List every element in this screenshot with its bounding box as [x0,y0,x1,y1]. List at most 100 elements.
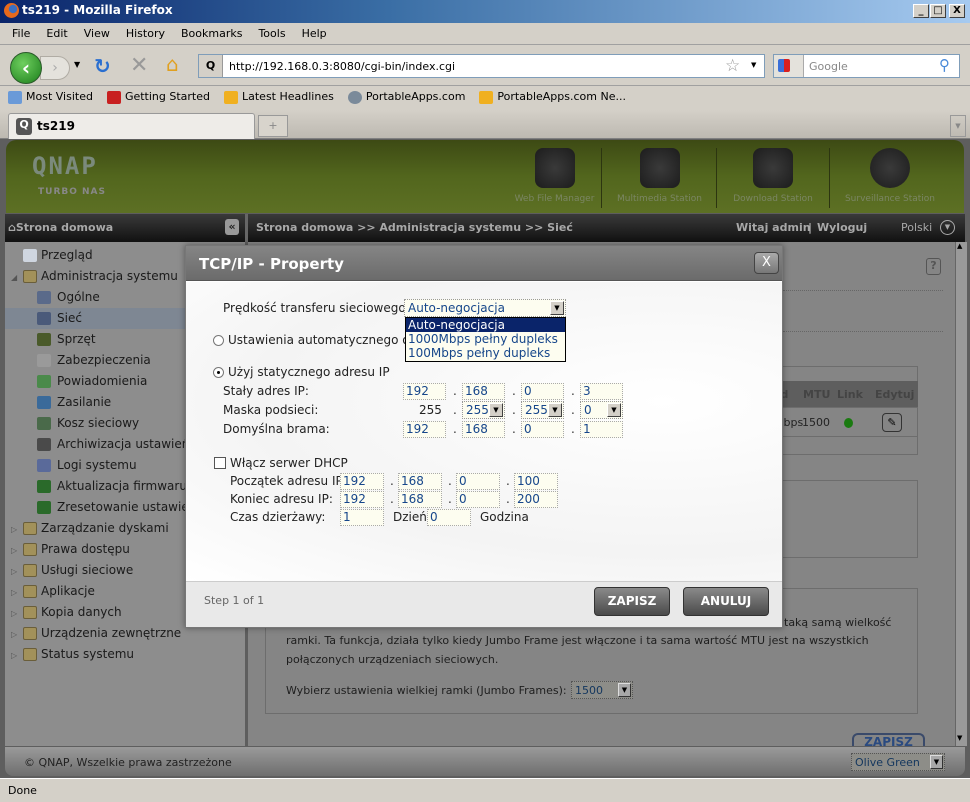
gateway-octet-4[interactable]: 1 [580,421,623,438]
col-edit: Edytuj [875,388,915,401]
menu-history[interactable]: History [118,24,173,44]
mask-label: Maska podsieci: [223,403,319,417]
language-selector[interactable]: Polski [901,221,932,234]
save-button[interactable]: ZAPISZ [594,587,670,616]
collapsed-arrow-icon[interactable]: ▷ [11,624,17,644]
menu-item-icon [37,438,51,451]
menu-help[interactable]: Help [294,24,335,44]
edit-icon[interactable]: ✎ [882,413,902,432]
dhcp-start-octet-4[interactable]: 100 [514,473,558,490]
collapse-sidebar-button[interactable]: « [225,219,239,235]
logout-link[interactable]: Wyloguj [817,221,867,234]
hours-unit: Godzina [480,510,529,524]
jumbo-frame-select[interactable]: 1500 ▼ [571,681,633,699]
menu-bookmarks[interactable]: Bookmarks [173,24,250,44]
bookmark-star-icon[interactable]: ☆ [725,56,740,76]
sidebar-item[interactable]: ▷ Status systemu [5,644,245,665]
search-magnifier-icon[interactable]: ⚲ [939,56,950,74]
mask-octet-2-select[interactable]: 255 ▼ [462,401,505,419]
menu-view[interactable]: View [76,24,118,44]
menu-edit[interactable]: Edit [38,24,75,44]
auto-ip-radio[interactable] [213,335,224,346]
sidebar-item-label: Zarządzanie dyskami [41,521,169,535]
history-dropdown-icon[interactable]: ▼ [74,60,80,69]
speed-option[interactable]: Auto-negocjacja [406,318,565,332]
dialog-close-button[interactable]: X [754,252,779,274]
sidebar-item-label: Archiwizacja ustawień [57,437,190,451]
web-file-manager-link[interactable]: Web File Manager [508,148,602,208]
dhcp-end-octet-1[interactable]: 192 [340,491,384,508]
speed-option[interactable]: 1000Mbps pełny dupleks [406,332,565,346]
multimedia-station-link[interactable]: Multimedia Station [603,148,717,208]
menu-file[interactable]: File [4,24,38,44]
url-dropdown-icon[interactable]: ▼ [751,61,756,69]
home-link[interactable]: ⌂Strona domowa [8,221,113,234]
minimize-button[interactable]: _ [913,4,929,18]
scroll-up-icon[interactable]: ▲ [957,242,962,250]
lease-days-input[interactable]: 1 [340,509,384,526]
maximize-button[interactable]: □ [930,4,946,18]
collapsed-arrow-icon[interactable]: ▷ [11,540,17,560]
sidebar-item-label: Administracja systemu [41,269,178,283]
gateway-octet-1[interactable]: 192 [403,421,446,438]
search-box[interactable]: Google ⚲ [773,54,960,78]
bookmark-latest-headlines[interactable]: Latest Headlines [224,90,334,106]
tab-list-icon[interactable]: ▼ [950,115,966,137]
dhcp-start-octet-2[interactable]: 168 [398,473,442,490]
collapsed-arrow-icon[interactable]: ▷ [11,519,17,539]
ip-octet-4[interactable]: 3 [580,383,623,400]
tab-ts219[interactable]: Qts219 [8,113,255,139]
static-ip-radio[interactable] [213,367,224,378]
gateway-octet-2[interactable]: 168 [462,421,505,438]
dhcp-end-octet-4[interactable]: 200 [514,491,558,508]
forward-button[interactable]: › [40,56,70,80]
google-engine-icon[interactable] [774,55,804,77]
expanded-arrow-icon[interactable]: ◢ [11,267,17,287]
dhcp-checkbox[interactable] [214,457,226,469]
rss-icon [224,90,238,104]
collapsed-arrow-icon[interactable]: ▷ [11,645,17,665]
theme-select[interactable]: Olive Green ▼ [851,753,945,771]
lease-hours-input[interactable]: 0 [427,509,471,526]
ip-octet-1[interactable]: 192 [403,383,446,400]
folder-icon [23,606,37,619]
mtu-cell: 1500 [802,416,830,429]
dhcp-end-octet-2[interactable]: 168 [398,491,442,508]
close-window-button[interactable]: X [949,4,965,18]
ip-octet-3[interactable]: 0 [521,383,564,400]
bookmark-getting-started[interactable]: Getting Started [106,90,210,106]
speed-option[interactable]: 100Mbps pełny dupleks [406,346,565,360]
cancel-button[interactable]: ANULUJ [683,587,769,616]
download-station-link[interactable]: Download Station [717,148,830,208]
dhcp-end-octet-3[interactable]: 0 [456,491,500,508]
new-tab-button[interactable]: + [258,115,288,137]
surveillance-station-link[interactable]: Surveillance Station [830,148,950,208]
collapsed-arrow-icon[interactable]: ▷ [11,603,17,623]
ip-octet-2[interactable]: 168 [462,383,505,400]
back-button[interactable]: ‹ [10,52,42,84]
mask-octet-3-select[interactable]: 255 ▼ [521,401,564,419]
language-dropdown-icon[interactable]: ▼ [940,220,955,235]
dhcp-start-octet-3[interactable]: 0 [456,473,500,490]
help-icon[interactable]: ? [926,258,941,275]
url-bar[interactable]: Q http://192.168.0.3:8080/cgi-bin/index.… [198,54,765,78]
dhcp-start-octet-1[interactable]: 192 [340,473,384,490]
home-icon[interactable]: ⌂ [166,52,179,76]
sidebar-item-label: Aplikacje [41,584,95,598]
menu-tools[interactable]: Tools [250,24,293,44]
gateway-octet-3[interactable]: 0 [521,421,564,438]
bookmark-most-visited[interactable]: Most Visited [8,90,93,106]
table-row: Mbps 1500 ✎ [771,407,918,437]
bookmark-portableapps[interactable]: PortableApps.com [347,90,465,106]
page-scrollbar[interactable]: ▲ ▼ [955,242,967,746]
main-save-button[interactable]: ZAPISZ [852,733,925,746]
mask-octet-4-select[interactable]: 0 ▼ [580,401,623,419]
speed-select[interactable]: Auto-negocjacja ▼ [404,299,566,317]
table-header: ed MTU Link Edytuj [771,381,918,407]
reload-icon[interactable]: ↻ [94,54,111,78]
collapsed-arrow-icon[interactable]: ▷ [11,561,17,581]
collapsed-arrow-icon[interactable]: ▷ [11,582,17,602]
stop-icon[interactable]: ✕ [130,53,148,78]
scroll-down-icon[interactable]: ▼ [957,734,962,742]
bookmark-portableapps-news[interactable]: PortableApps.com Ne... [479,90,626,106]
